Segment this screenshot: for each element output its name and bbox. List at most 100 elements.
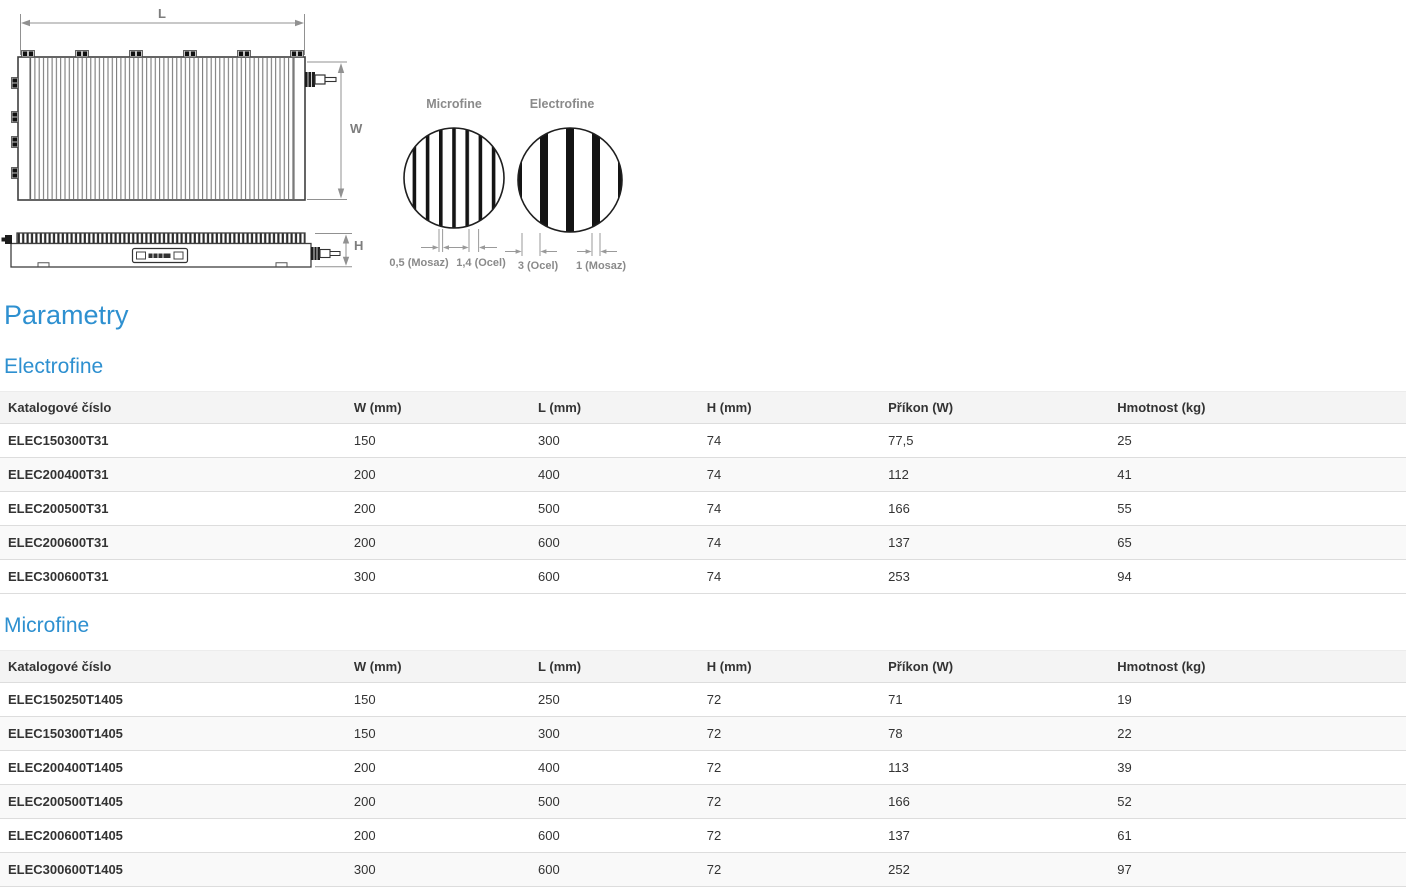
value-cell: 97 [1109,853,1406,887]
column-header-2: L (mm) [530,392,699,424]
side-clamps [12,78,19,179]
value-cell: 150 [346,683,530,717]
value-cell: 150 [346,424,530,458]
value-cell: 250 [530,683,699,717]
section-microfine: Microfine Katalogové čísloW (mm)L (mm)H … [0,614,1406,887]
value-cell: 300 [530,424,699,458]
value-cell: 25 [1109,424,1406,458]
table-row: ELEC200400T14052004007211339 [0,751,1406,785]
value-cell: 72 [699,683,880,717]
dimension-length-label: L [158,6,166,21]
column-header-0: Katalogové číslo [0,392,346,424]
nameplate [133,249,188,263]
microfine-spec-table: Katalogové čísloW (mm)L (mm)H (mm)Příkon… [0,650,1406,887]
value-cell: 72 [699,785,880,819]
catalog-number-cell: ELEC200400T1405 [0,751,346,785]
microfine-dim-annotations [421,229,497,252]
value-cell: 137 [880,819,1109,853]
value-cell: 112 [880,458,1109,492]
section-electrofine: Electrofine Katalogové čísloW (mm)L (mm)… [0,355,1406,594]
value-cell: 200 [346,492,530,526]
value-cell: 253 [880,560,1109,594]
value-cell: 61 [1109,819,1406,853]
catalog-number-cell: ELEC150300T31 [0,424,346,458]
section-heading-electrofine: Electrofine [4,355,1406,378]
value-cell: 71 [880,683,1109,717]
top-view-drawing: L [12,6,364,200]
value-cell: 200 [346,785,530,819]
column-header-3: H (mm) [699,392,880,424]
microfine-pattern-title: Microfine [426,97,482,111]
electrofine-steel-label: 3 (Ocel) [518,260,559,272]
value-cell: 400 [530,458,699,492]
table-row: ELEC150250T1405150250727119 [0,683,1406,717]
table-row: ELEC150300T1405150300727822 [0,717,1406,751]
catalog-number-cell: ELEC150300T1405 [0,717,346,751]
value-cell: 72 [699,751,880,785]
microfine-pattern-circle [404,128,504,228]
electrofine-dim-annotations [505,233,617,256]
value-cell: 22 [1109,717,1406,751]
electrofine-pattern-circle [518,128,622,232]
value-cell: 74 [699,458,880,492]
table-row: ELEC300600T313006007425394 [0,560,1406,594]
microfine-brass-label: 0,5 (Mosaz) [389,257,449,269]
value-cell: 74 [699,560,880,594]
value-cell: 72 [699,717,880,751]
column-header-0: Katalogové číslo [0,651,346,683]
value-cell: 74 [699,424,880,458]
table-header-row: Katalogové čísloW (mm)L (mm)H (mm)Příkon… [0,392,1406,424]
value-cell: 150 [346,717,530,751]
side-view-drawing: H [2,233,364,267]
value-cell: 41 [1109,458,1406,492]
value-cell: 400 [530,751,699,785]
column-header-5: Hmotnost (kg) [1109,392,1406,424]
value-cell: 72 [699,853,880,887]
table-row: ELEC150300T311503007477,525 [0,424,1406,458]
column-header-1: W (mm) [346,651,530,683]
column-header-1: W (mm) [346,392,530,424]
value-cell: 78 [880,717,1109,751]
catalog-number-cell: ELEC200600T31 [0,526,346,560]
electrofine-pattern-title: Electrofine [530,97,595,111]
value-cell: 137 [880,526,1109,560]
value-cell: 300 [346,560,530,594]
value-cell: 600 [530,853,699,887]
value-cell: 200 [346,458,530,492]
value-cell: 500 [530,785,699,819]
catalog-number-cell: ELEC150250T1405 [0,683,346,717]
value-cell: 600 [530,819,699,853]
value-cell: 72 [699,819,880,853]
column-header-4: Příkon (W) [880,392,1109,424]
value-cell: 94 [1109,560,1406,594]
value-cell: 600 [530,560,699,594]
dimension-width-label: W [350,121,363,136]
value-cell: 300 [530,717,699,751]
column-header-2: L (mm) [530,651,699,683]
value-cell: 600 [530,526,699,560]
electrofine-spec-table: Katalogové čísloW (mm)L (mm)H (mm)Příkon… [0,391,1406,594]
value-cell: 19 [1109,683,1406,717]
value-cell: 166 [880,492,1109,526]
dimension-height-label: H [354,238,363,253]
value-cell: 74 [699,526,880,560]
pole-pitch-patterns: Microfine Electrofine 0,5 (Mosaz) 1,4 (O… [389,97,626,272]
catalog-number-cell: ELEC300600T1405 [0,853,346,887]
table-row: ELEC300600T14053006007225297 [0,853,1406,887]
value-cell: 39 [1109,751,1406,785]
value-cell: 74 [699,492,880,526]
cable-connector-side-view [311,247,340,260]
catalog-number-cell: ELEC200500T31 [0,492,346,526]
microfine-steel-label: 1,4 (Ocel) [456,257,506,269]
value-cell: 252 [880,853,1109,887]
value-cell: 52 [1109,785,1406,819]
catalog-number-cell: ELEC200400T31 [0,458,346,492]
value-cell: 200 [346,819,530,853]
top-clamps [22,51,304,58]
technical-drawing: L [0,0,1406,292]
cable-connector-top-view [305,72,336,87]
value-cell: 500 [530,492,699,526]
value-cell: 300 [346,853,530,887]
section-heading-microfine: Microfine [4,614,1406,637]
column-header-4: Příkon (W) [880,651,1109,683]
